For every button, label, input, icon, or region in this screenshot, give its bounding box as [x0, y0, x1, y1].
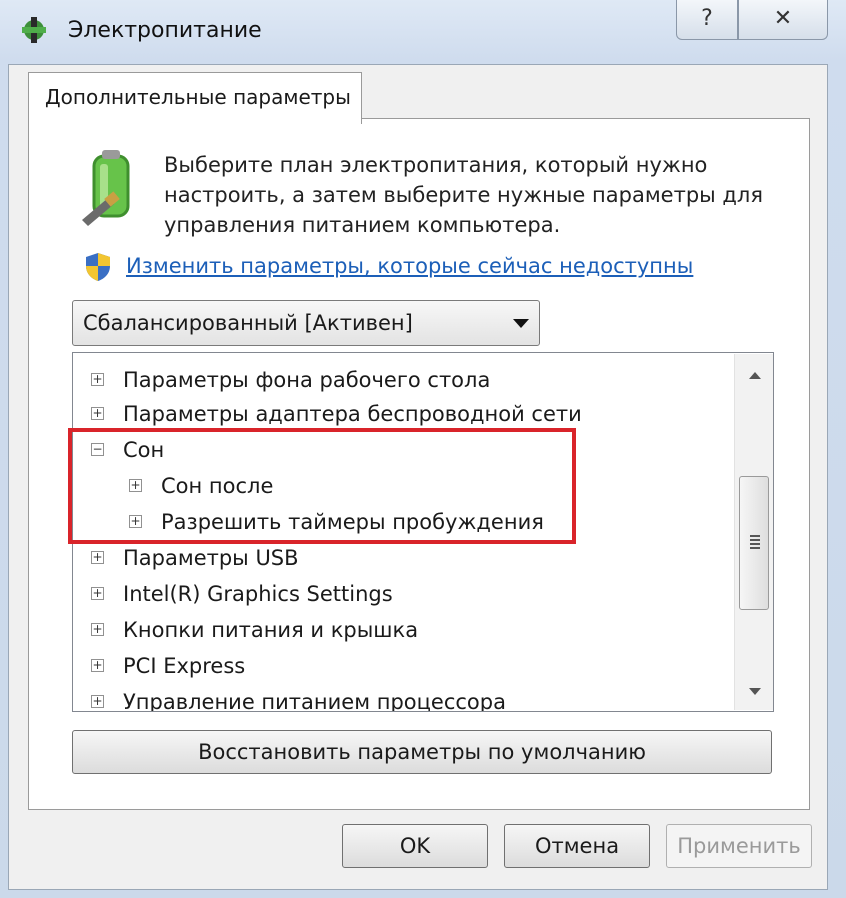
scroll-up-icon[interactable]	[749, 372, 761, 379]
tree-item-label: Сон	[123, 438, 165, 462]
title-bar: Электропитание ? ✕	[0, 0, 846, 64]
expand-icon[interactable]: +	[129, 515, 142, 528]
battery-icon	[82, 150, 130, 226]
tree-item-label: Параметры фона рабочего стола	[123, 368, 491, 392]
settings-tree[interactable]: + Параметры фона рабочего стола + Параме…	[72, 352, 774, 712]
power-options-icon	[22, 17, 46, 43]
expand-icon[interactable]: +	[91, 373, 104, 386]
close-button[interactable]: ✕	[738, 0, 828, 40]
power-plan-select[interactable]: Сбалансированный [Активен]	[72, 300, 540, 346]
expand-icon[interactable]: +	[91, 623, 104, 636]
tab-advanced-settings[interactable]: Дополнительные параметры	[28, 72, 362, 124]
grip-icon	[750, 535, 760, 549]
ok-button[interactable]: OK	[342, 824, 488, 868]
window-title: Электропитание	[68, 18, 262, 43]
scroll-down-icon[interactable]	[749, 688, 761, 695]
power-options-dialog: Электропитание ? ✕ Дополнительные параме…	[0, 0, 846, 898]
power-plan-select-value: Сбалансированный [Активен]	[83, 311, 413, 335]
expand-icon[interactable]: +	[91, 659, 104, 672]
uac-shield-icon	[86, 253, 110, 281]
change-unavailable-settings-link[interactable]: Изменить параметры, которые сейчас недос…	[126, 254, 693, 278]
expand-icon[interactable]: +	[91, 551, 104, 564]
tree-item-label: Кнопки питания и крышка	[123, 618, 419, 642]
cancel-button[interactable]: Отмена	[504, 824, 650, 868]
tree-item-label: Сон после	[161, 474, 274, 498]
tree-item-label: Управление питанием процессора	[123, 690, 506, 712]
collapse-icon[interactable]: −	[91, 443, 104, 456]
help-button[interactable]: ?	[676, 0, 738, 40]
description-text: Выберите план электропитания, который ну…	[164, 153, 763, 237]
chevron-down-icon	[513, 319, 529, 328]
tree-item-label: Параметры адаптера беспроводной сети	[123, 402, 582, 426]
expand-icon[interactable]: +	[91, 407, 104, 420]
expand-icon[interactable]: +	[91, 587, 104, 600]
tree-scrollbar[interactable]	[734, 354, 773, 710]
tree-item-label: Intel(R) Graphics Settings	[123, 582, 393, 606]
expand-icon[interactable]: +	[129, 479, 142, 492]
scroll-thumb[interactable]	[739, 476, 769, 610]
expand-icon[interactable]: +	[91, 695, 104, 708]
restore-defaults-button[interactable]: Восстановить параметры по умолчанию	[72, 730, 772, 774]
tree-item-label: Разрешить таймеры пробуждения	[161, 510, 544, 534]
tree-item-label: Параметры USB	[123, 546, 299, 570]
tree-item-label: PCI Express	[123, 654, 246, 678]
apply-button[interactable]: Применить	[666, 824, 812, 868]
